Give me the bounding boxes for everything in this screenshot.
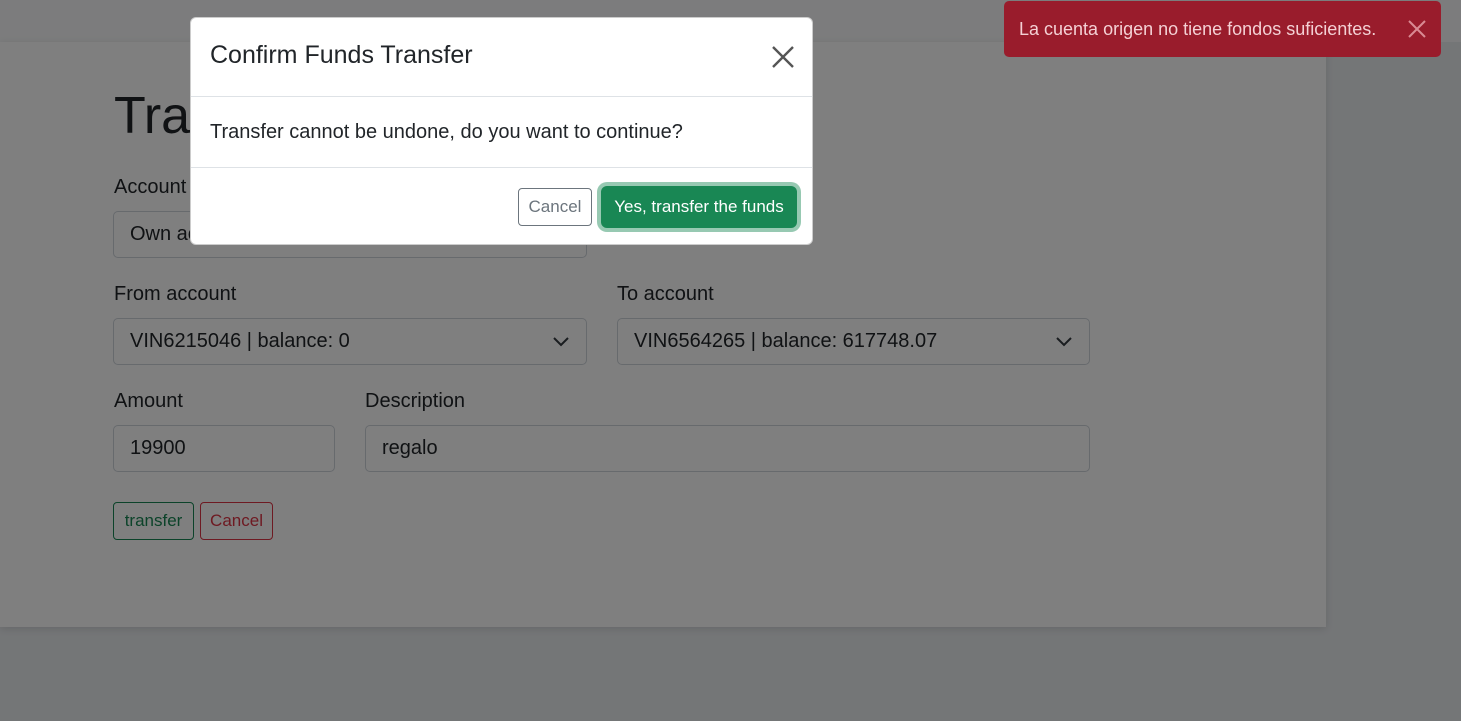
modal-header: Confirm Funds Transfer bbox=[191, 18, 812, 97]
confirm-transfer-modal: Confirm Funds Transfer Transfer cannot b… bbox=[190, 17, 813, 245]
error-toast: La cuenta origen no tiene fondos suficie… bbox=[1004, 1, 1441, 57]
modal-message: Transfer cannot be undone, do you want t… bbox=[210, 121, 683, 143]
close-icon[interactable] bbox=[1407, 19, 1427, 39]
modal-title: Confirm Funds Transfer bbox=[210, 41, 473, 69]
close-icon[interactable] bbox=[769, 43, 797, 71]
modal-body: Transfer cannot be undone, do you want t… bbox=[191, 97, 812, 168]
toast-message: La cuenta origen no tiene fondos suficie… bbox=[1019, 18, 1377, 39]
modal-cancel-button[interactable]: Cancel bbox=[518, 188, 592, 226]
confirm-transfer-button[interactable]: Yes, transfer the funds bbox=[601, 186, 797, 228]
